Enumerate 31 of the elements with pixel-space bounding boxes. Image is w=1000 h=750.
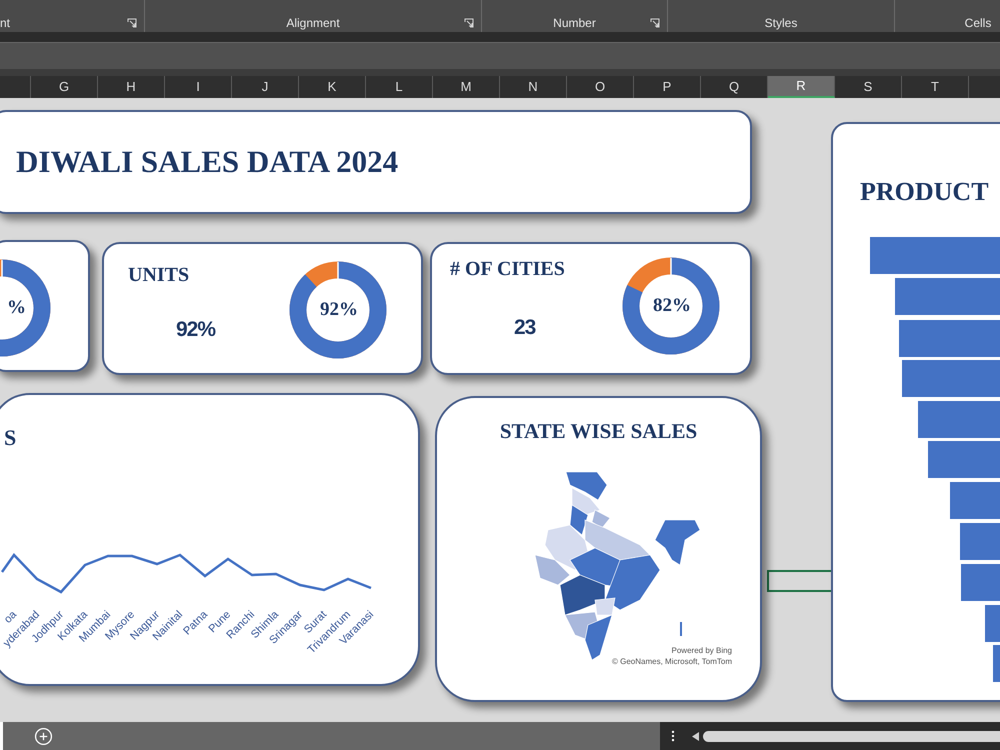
chart-title: S (4, 424, 16, 452)
ribbon-group-label: nt (0, 17, 10, 29)
map-credit: Powered by Bing (672, 645, 732, 656)
scroll-left-icon[interactable] (692, 732, 699, 740)
scrollbar-thumb[interactable] (703, 730, 1000, 742)
dashboard-title: DIWALI SALES DATA 2024 (16, 142, 398, 181)
donut-label: % (7, 296, 26, 320)
kpi-value: 92% (176, 317, 216, 343)
funnel-bar (985, 605, 1000, 642)
donut-label: 92% (320, 298, 358, 322)
donut-label: 82% (653, 294, 691, 318)
kpi-title: # OF CITIES (450, 257, 566, 282)
chart-title: STATE WISE SALES (500, 418, 698, 445)
dialog-launcher-icon[interactable] (464, 18, 474, 28)
chart-title: PRODUCT (860, 176, 989, 208)
add-sheet-icon[interactable] (34, 726, 53, 746)
map-credit: © GeoNames, Microsoft, TomTom (612, 656, 732, 667)
funnel-bar (993, 645, 1000, 682)
ribbon-group-label: Styles (764, 17, 798, 29)
kpi-title: UNITS (128, 263, 190, 288)
funnel-bar (928, 441, 1000, 478)
column-header[interactable]: R (768, 76, 835, 98)
funnel-bar (960, 523, 1000, 560)
funnel-bar (961, 564, 1000, 601)
ribbon-group-label: Cells (964, 17, 992, 29)
ribbon-group-label: Number (553, 17, 596, 29)
kpi-value: 23 (514, 315, 536, 341)
funnel-bar (950, 482, 1000, 519)
dialog-launcher-icon[interactable] (127, 18, 137, 28)
ribbon-group-label: Alignment (286, 17, 340, 29)
dialog-launcher-icon[interactable] (650, 18, 660, 28)
